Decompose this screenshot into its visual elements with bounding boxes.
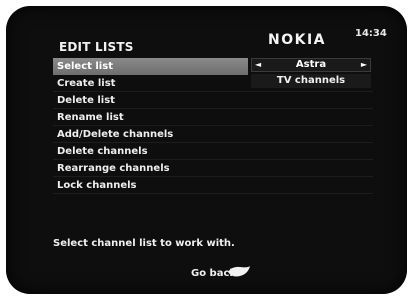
list-selector[interactable]: ◄ Astra ► xyxy=(251,58,371,72)
menu-item-label: Delete channels xyxy=(57,146,148,157)
menu-item-select-list[interactable]: Select list xyxy=(53,58,248,75)
menu-item-label: Create list xyxy=(57,78,116,89)
arrow-left-icon[interactable]: ◄ xyxy=(255,59,261,71)
menu-item-label: Delete list xyxy=(57,95,115,106)
menu-item-label: Select list xyxy=(57,61,113,72)
menu-item-label: Rename list xyxy=(57,112,124,123)
selector-value: Astra xyxy=(295,59,327,70)
menu-item-delete-list[interactable]: Delete list xyxy=(53,92,373,109)
menu-item-label: Rearrange channels xyxy=(57,163,170,174)
remote-back-icon[interactable] xyxy=(226,264,252,280)
menu-item-rearrange-channels[interactable]: Rearrange channels xyxy=(53,160,373,177)
brand-logo: NOKIA xyxy=(268,32,327,48)
page-title: EDIT LISTS xyxy=(59,40,134,54)
menu-item-lock-channels[interactable]: Lock channels xyxy=(53,177,373,194)
menu-item-label: Lock channels xyxy=(57,180,137,191)
arrow-right-icon[interactable]: ► xyxy=(361,59,367,71)
help-text: Select channel list to work with. xyxy=(53,238,235,249)
menu-item-rename-list[interactable]: Rename list xyxy=(53,109,373,126)
menu-item-label: Add/Delete channels xyxy=(57,129,174,140)
clock: 14:34 xyxy=(355,28,387,39)
menu-item-delete-channels[interactable]: Delete channels xyxy=(53,143,373,160)
dropdown-option-tv-channels[interactable]: TV channels xyxy=(251,74,371,88)
menu-item-add-delete-channels[interactable]: Add/Delete channels xyxy=(53,126,373,143)
